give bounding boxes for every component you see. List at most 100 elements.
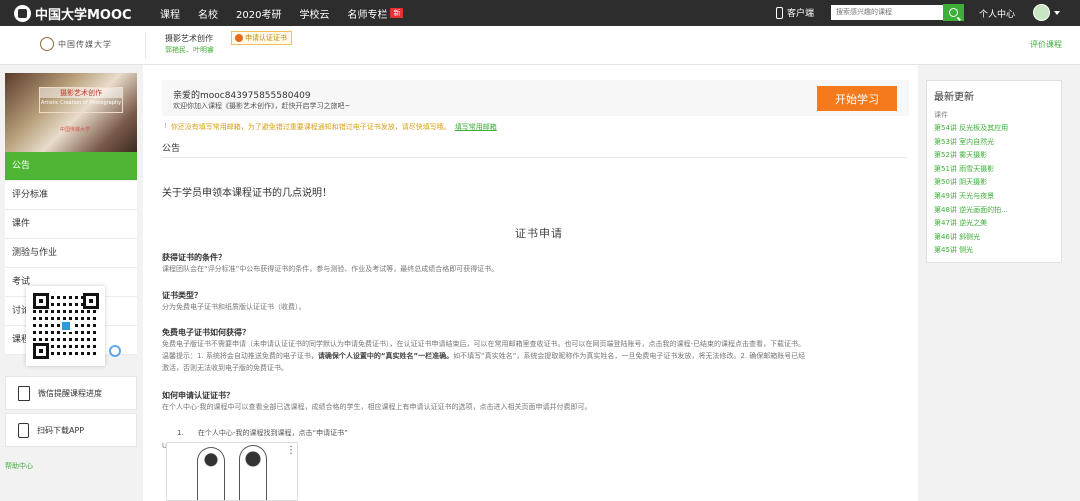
updates-subtitle: 课件 (934, 111, 948, 119)
wechat-reminder-button[interactable]: 微信提醒课程进度 (5, 376, 137, 410)
user-center-link[interactable]: 个人中心 (979, 7, 1015, 20)
welcome-panel: 亲爱的mooc843975855580409 欢迎你加入课程《摄影艺术创作》，赶… (162, 80, 909, 116)
apply-cert-label: 申请认证证书 (245, 34, 287, 42)
nav-schools[interactable]: 名校 (198, 6, 218, 21)
divider (145, 32, 146, 59)
divider (162, 157, 907, 158)
new-badge: 新 (390, 8, 404, 18)
chevron-down-icon[interactable] (1054, 11, 1060, 15)
figure-sketch (197, 447, 225, 500)
latest-updates-panel: 最新更新 课件 第54讲 反光板及其应用 第53讲 室内自然光 第52讲 雾天摄… (926, 80, 1062, 263)
update-item[interactable]: 第45讲 侧光 (934, 244, 1008, 258)
school-seal-icon (40, 37, 54, 51)
step-item: 1. 在个人中心-我的课程找到课程，点击“申请证书” (177, 428, 348, 438)
sidebar-item-grading[interactable]: 评分标准 (5, 181, 137, 210)
update-item[interactable]: 第50讲 阴天摄影 (934, 176, 1008, 190)
fill-email-link[interactable]: 填写常用邮箱 (455, 122, 497, 132)
client-label: 客户端 (787, 9, 815, 19)
site-logo[interactable]: 中国大学MOOC (14, 4, 132, 23)
update-item[interactable]: 第47讲 逆光之美 (934, 217, 1008, 231)
section-title: 证书申请 (515, 227, 563, 240)
nav-famous-teachers[interactable]: 名师专栏新 (347, 6, 404, 21)
nav-school-cloud[interactable]: 学校云 (299, 6, 329, 21)
nav-kaoyan[interactable]: 2020考研 (236, 6, 281, 21)
download-app-label: 扫码下载APP (37, 425, 85, 435)
answer-line: 温馨提示：1. 系统将会自动推送免费的电子证书，请确保个人设置中的“真实姓名”一… (162, 350, 907, 362)
client-download[interactable]: 客户端 (776, 6, 814, 19)
nav-famous-teachers-label: 名师专栏 (347, 9, 388, 21)
update-item[interactable]: 第52讲 雾天摄影 (934, 149, 1008, 163)
search-icon (949, 8, 958, 17)
qr-center-logo (59, 320, 72, 332)
evaluate-course-link[interactable]: 评价课程 (1030, 39, 1062, 50)
question-heading: 免费电子证书如何获得？ (162, 328, 250, 337)
logo-icon (14, 5, 31, 22)
updates-list: 第54讲 反光板及其应用 第53讲 室内自然光 第52讲 雾天摄影 第51讲 雨… (934, 122, 1008, 258)
sidebar-item-courseware[interactable]: 课件 (5, 210, 137, 239)
course-teachers[interactable]: 郭艳民、叶明睿 (165, 45, 214, 55)
email-warning: ! 你还没有填写常用邮箱，为了避免错过重要课程通知和错过电子证书发放，请尽快填写… (164, 122, 497, 132)
update-item[interactable]: 第48讲 逆光画面的拍... (934, 204, 1008, 218)
qr-finder (32, 343, 49, 359)
more-options-icon[interactable]: ⋮ (286, 445, 296, 457)
cover-title: 摄影艺术创作 (40, 88, 122, 98)
update-item[interactable]: 第49讲 天光与夜景 (934, 190, 1008, 204)
warning-text: 你还没有填写常用邮箱，为了避免错过重要课程通知和错过电子证书发放，请尽快填写哦。 (170, 123, 451, 131)
question-heading: 获得证书的条件？ (162, 253, 226, 262)
question-heading: 如何申请认证证书？ (162, 391, 234, 400)
cover-title-box: 摄影艺术创作 Artistic Creation of Photography (39, 87, 123, 113)
cover-subtitle: Artistic Creation of Photography (40, 100, 122, 106)
qr-finder (32, 293, 49, 309)
certificate-icon (235, 34, 243, 42)
search-input[interactable] (831, 5, 943, 20)
step-number: 1. (177, 429, 184, 437)
nav-courses[interactable]: 课程 (160, 6, 180, 21)
question-heading: 证书类型？ (162, 291, 202, 300)
updates-title: 最新更新 (934, 92, 974, 103)
phone-icon (776, 6, 783, 19)
illustration-image (166, 442, 298, 501)
sidebar-item-quiz[interactable]: 测验与作业 (5, 239, 137, 268)
welcome-subtext: 欢迎你加入课程《摄影艺术创作》，赶快开启学习之旅吧~ (173, 102, 351, 110)
download-app-button[interactable]: 扫码下载APP (5, 413, 137, 447)
answer-bold: 请确保个人设置中的“真实姓名”一栏准确。 (317, 352, 454, 360)
article-title: 关于学员申领本课程证书的几点说明！ (162, 188, 332, 199)
answer-line: 免费电子版证书不需要申请（未申请认证证书的同学默认为申请免费证书），在认证证书申… (162, 340, 806, 348)
answer-fragment: 温馨提示：1. 系统将会自动推送免费的电子证书， (162, 352, 318, 360)
course-name: 摄影艺术创作 (165, 34, 213, 43)
qr-finder (82, 293, 99, 309)
answer-paragraph: 免费电子版证书不需要申请（未申请认证证书的同学默认为申请免费证书），在认证证书申… (162, 338, 907, 374)
reminder-icon (18, 385, 30, 401)
avatar[interactable] (1033, 4, 1050, 21)
step-text: 在个人中心-我的课程找到课程，点击“申请证书” (197, 429, 348, 437)
answer-paragraph: 在个人中心-我的课程中可以查看全部已选课程，成绩合格的学生，相应课程上有申请认证… (162, 403, 592, 411)
start-learning-button[interactable]: 开始学习 (817, 86, 897, 111)
loading-icon (109, 345, 121, 357)
course-cover-image: 摄影艺术创作 Artistic Creation of Photography … (5, 73, 137, 152)
update-item[interactable]: 第53讲 室内自然光 (934, 136, 1008, 150)
answer-paragraph: 分为免费电子证书和纸质版认证证书（收费）。 (162, 303, 306, 311)
sidebar-item-announcement[interactable]: 公告 (5, 152, 137, 181)
welcome-greeting: 亲爱的mooc843975855580409 (173, 91, 311, 101)
announcement-heading: 公告 (162, 144, 181, 154)
update-item[interactable]: 第51讲 雨雪天摄影 (934, 163, 1008, 177)
answer-paragraph: 课程团队会在“评分标准”中公布获得证书的条件，参与测验、作业及考试等，最终总成绩… (162, 265, 499, 273)
apply-cert-tag[interactable]: 申请认证证书 (231, 31, 292, 45)
school-name: 中国传媒大学 (58, 39, 112, 49)
top-navbar: 中国大学MOOC 课程 名校 2020考研 学校云 名师专栏新 客户端 个人中心 (0, 0, 1080, 26)
qr-code-image (32, 293, 99, 359)
warning-icon: ! (164, 122, 167, 130)
update-item[interactable]: 第54讲 反光板及其应用 (934, 122, 1008, 136)
update-item[interactable]: 第46讲 斜侧光 (934, 231, 1008, 245)
answer-fragment: 如不填写“真实姓名”，系统会提取昵称作为真实姓名，一旦免费电子证书发放，将无法修… (453, 352, 806, 360)
answer-line: 激活，否则无法收到电子版的免费证书。 (162, 364, 288, 372)
school-logo[interactable]: 中国传媒大学 (40, 37, 112, 51)
main-nav: 课程 名校 2020考研 学校云 名师专栏新 (160, 0, 421, 26)
wechat-reminder-label: 微信提醒课程进度 (38, 388, 102, 398)
figure-sketch (239, 445, 267, 500)
help-center-link[interactable]: 帮助中心 (5, 461, 33, 471)
course-header: 中国传媒大学 摄影艺术创作 郭艳民、叶明睿 申请认证证书 评价课程 (0, 26, 1080, 65)
qr-code-popup (26, 286, 105, 366)
search-button[interactable] (943, 4, 964, 21)
cover-school: 中国传媒大学 (60, 127, 91, 133)
